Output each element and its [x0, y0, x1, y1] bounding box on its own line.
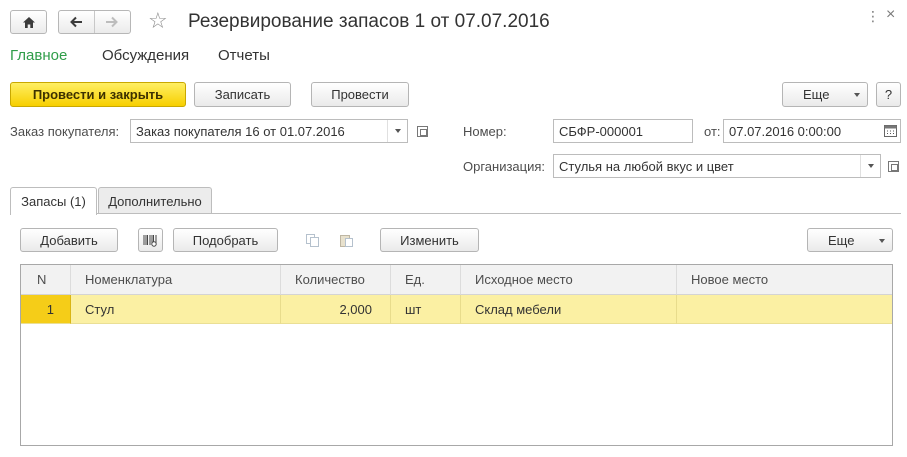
- order-field[interactable]: Заказ покупателя 16 от 01.07.2016: [130, 119, 408, 143]
- table-row-cell-n[interactable]: 1: [21, 295, 71, 324]
- table-more-button[interactable]: Еще: [807, 228, 893, 252]
- paste-icon: [340, 234, 353, 247]
- number-label: Номер:: [463, 124, 507, 139]
- column-header-unit[interactable]: Ед.: [391, 265, 461, 295]
- open-icon: [887, 160, 899, 172]
- tab-additional[interactable]: Дополнительно: [98, 187, 212, 214]
- page-title: Резервирование запасов 1 от 07.07.2016: [188, 11, 550, 32]
- more-menu-button[interactable]: Еще: [782, 82, 868, 107]
- back-button[interactable]: [59, 11, 95, 33]
- date-label: от:: [704, 124, 721, 139]
- section-reports[interactable]: Отчеты: [218, 47, 270, 64]
- barcode-icon: [143, 234, 157, 247]
- table-row-cell-unit[interactable]: шт: [391, 295, 461, 324]
- open-icon: [416, 125, 428, 137]
- help-button[interactable]: ?: [876, 82, 901, 107]
- table-row-cell-source-place[interactable]: Склад мебели: [461, 295, 677, 324]
- forward-button[interactable]: [95, 11, 131, 33]
- table-row-cell-item[interactable]: Стул: [71, 295, 281, 324]
- section-main[interactable]: Главное: [10, 47, 67, 64]
- table-more-label: Еще: [828, 232, 855, 248]
- save-button[interactable]: Записать: [194, 82, 291, 107]
- add-button[interactable]: Добавить: [20, 228, 118, 252]
- copy-row-button[interactable]: [300, 228, 325, 252]
- organization-open-button[interactable]: [884, 155, 902, 177]
- stock-table[interactable]: N Номенклатура Количество Ед. Исходное м…: [20, 264, 893, 446]
- order-label: Заказ покупателя:: [10, 124, 120, 139]
- more-label: Еще: [803, 87, 830, 102]
- calendar-icon: [883, 125, 897, 137]
- number-value: СБФР-000001: [559, 123, 644, 139]
- pick-button[interactable]: Подобрать: [173, 228, 278, 252]
- change-button[interactable]: Изменить: [380, 228, 479, 252]
- barcode-button[interactable]: [138, 228, 163, 252]
- chevron-down-icon: [394, 129, 401, 133]
- tab-stock[interactable]: Запасы (1): [10, 187, 97, 215]
- forward-arrow-icon: [106, 16, 119, 28]
- home-button[interactable]: [10, 10, 47, 34]
- date-field[interactable]: 07.07.2016 0:00:00: [723, 119, 901, 143]
- organization-label: Организация:: [463, 159, 546, 174]
- organization-value: Стулья на любой вкус и цвет: [559, 158, 734, 174]
- order-value: Заказ покупателя 16 от 01.07.2016: [136, 123, 345, 139]
- close-icon[interactable]: ×: [886, 6, 895, 24]
- column-header-target-place[interactable]: Новое место: [677, 265, 892, 295]
- date-value: 07.07.2016 0:00:00: [729, 123, 842, 139]
- tab-divider: [10, 213, 901, 214]
- chevron-down-icon: [867, 164, 874, 168]
- order-dropdown-button[interactable]: [387, 120, 407, 142]
- column-header-quantity[interactable]: Количество: [281, 265, 391, 295]
- section-discussions[interactable]: Обсуждения: [102, 47, 189, 64]
- order-open-button[interactable]: [413, 120, 431, 142]
- post-and-close-button[interactable]: Провести и закрыть: [10, 82, 186, 107]
- chevron-down-icon: [854, 93, 860, 97]
- column-header-item[interactable]: Номенклатура: [71, 265, 281, 295]
- more-dots-icon[interactable]: ⋮: [866, 8, 880, 25]
- back-arrow-icon: [70, 16, 83, 28]
- organization-dropdown-button[interactable]: [860, 155, 880, 177]
- home-icon: [22, 16, 35, 28]
- table-row-cell-target-place[interactable]: [677, 295, 892, 324]
- table-row-cell-quantity[interactable]: 2,000: [281, 295, 391, 324]
- star-icon[interactable]: ☆: [148, 8, 168, 34]
- column-header-n[interactable]: N: [21, 265, 71, 295]
- number-field[interactable]: СБФР-000001: [553, 119, 693, 143]
- history-navigation: [58, 10, 131, 34]
- column-header-source-place[interactable]: Исходное место: [461, 265, 677, 295]
- paste-button[interactable]: [334, 228, 359, 252]
- chevron-down-icon: [879, 239, 885, 243]
- organization-field[interactable]: Стулья на любой вкус и цвет: [553, 154, 881, 178]
- post-button[interactable]: Провести: [311, 82, 409, 107]
- calendar-button[interactable]: [880, 120, 900, 142]
- copy-icon: [306, 233, 319, 247]
